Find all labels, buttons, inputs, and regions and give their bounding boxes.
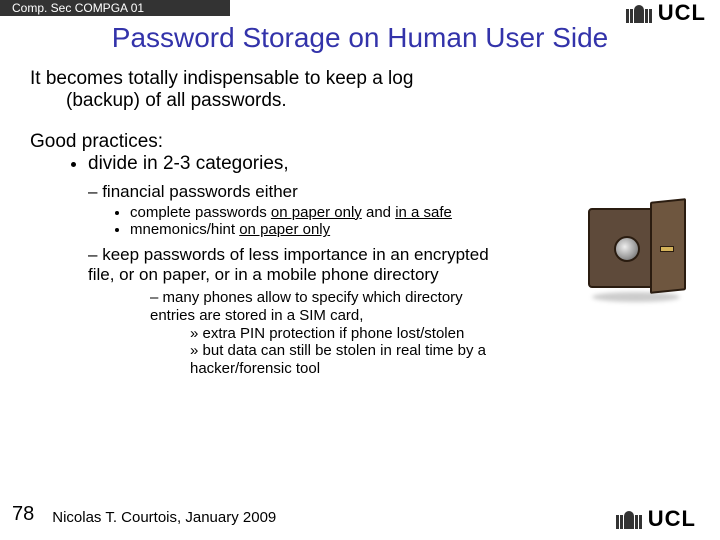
ucl-logo-bottom: UCL	[616, 506, 696, 532]
raquo-stolen: but data can still be stolen in real tim…	[190, 342, 510, 377]
columns-icon	[626, 3, 652, 23]
safe-icon	[580, 190, 690, 300]
dash-lesser: keep passwords of less importance in an …	[88, 245, 508, 285]
course-header: Comp. Sec COMPGA 01	[0, 0, 230, 16]
page-number: 78	[12, 503, 34, 526]
author-line: Nicolas T. Courtois, January 2009	[52, 509, 276, 526]
bullet-divide: divide in 2-3 categories,	[88, 153, 690, 175]
course-code: Comp. Sec COMPGA 01	[12, 1, 144, 15]
ucl-text: UCL	[648, 506, 696, 532]
intro-line2: (backup) of all passwords.	[30, 90, 690, 112]
slide-title: Password Storage on Human User Side	[0, 22, 720, 54]
practices-heading: Good practices:	[30, 131, 690, 153]
dash2-phones: many phones allow to specify which direc…	[150, 289, 510, 324]
ucl-text: UCL	[658, 0, 706, 26]
columns-icon	[616, 509, 642, 529]
footer: 78 Nicolas T. Courtois, January 2009	[12, 503, 276, 526]
raquo-pin: extra PIN protection if phone lost/stole…	[190, 325, 690, 343]
ucl-logo-top: UCL	[626, 0, 706, 26]
intro-line1: It becomes totally indispensable to keep…	[30, 68, 690, 90]
